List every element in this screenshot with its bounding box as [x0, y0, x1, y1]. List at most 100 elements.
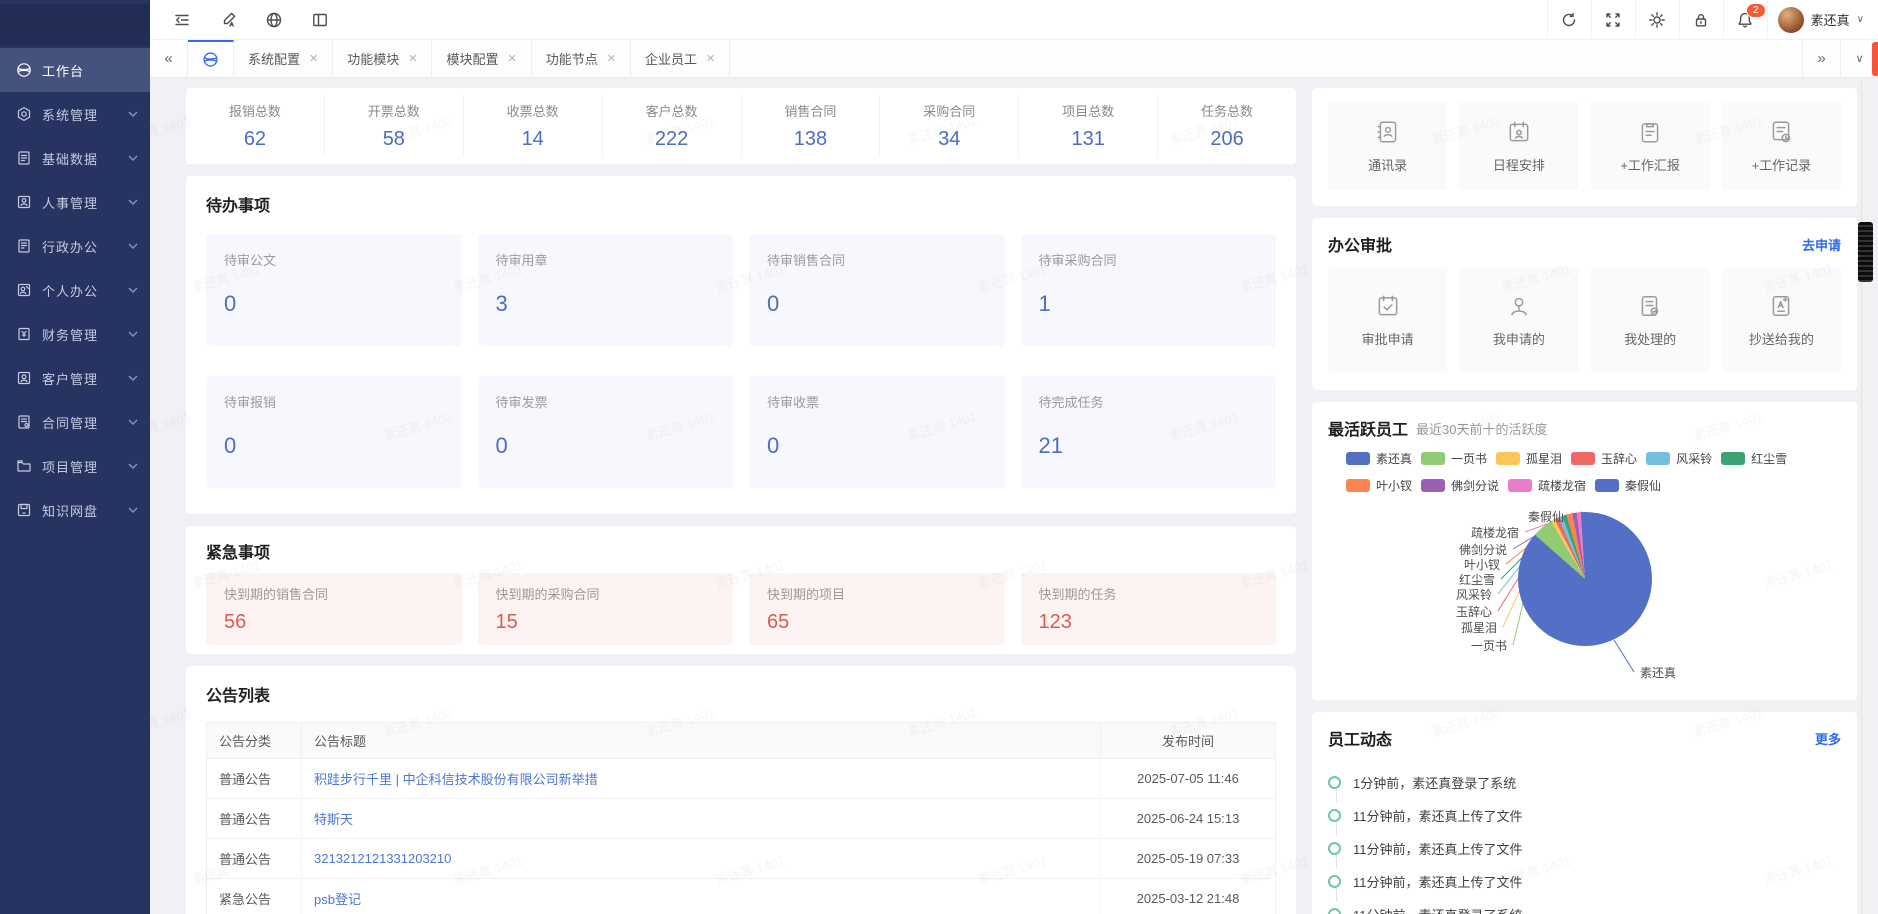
sidebar-item-personal-office[interactable]: 个人办公	[0, 268, 150, 312]
legend-item[interactable]: 疏楼龙宿	[1508, 477, 1586, 494]
list-item: 11分钟前，素还真上传了文件	[1328, 832, 1841, 869]
language-button[interactable]	[254, 0, 294, 39]
theme-brush-button[interactable]	[208, 0, 248, 39]
collapse-menu-button[interactable]	[162, 0, 202, 39]
settings-button[interactable]	[1634, 0, 1679, 39]
legend-item[interactable]: 叶小钗	[1346, 477, 1412, 494]
sidebar-item-system[interactable]: 系统管理	[0, 92, 150, 136]
stat-reimburse[interactable]: 报销总数 62	[186, 95, 325, 157]
legend-item[interactable]: 秦假仙	[1595, 477, 1661, 494]
sidebar-item-base-data[interactable]: 基础数据	[0, 136, 150, 180]
legend-item[interactable]: 红尘雪	[1721, 450, 1787, 467]
quick-action-work-record[interactable]: +工作记录	[1721, 102, 1841, 190]
legend-item[interactable]: 孤星泪	[1496, 450, 1562, 467]
tabs-scroll-left-button[interactable]: «	[150, 40, 188, 77]
cc-doc-icon	[1773, 295, 1790, 316]
todo-pending-sales-contract[interactable]: 待审销售合同 0	[749, 234, 1005, 346]
tab-system-config[interactable]: 系统配置 ✕	[234, 40, 334, 77]
quick-action-work-report[interactable]: +工作汇报	[1590, 102, 1710, 190]
list-item: 11分钟前，素还真登录了系统	[1328, 898, 1841, 914]
sidebar-item-contract[interactable]: 合同管理	[0, 400, 150, 444]
legend-item[interactable]: 佛剑分说	[1421, 477, 1499, 494]
stat-customers[interactable]: 客户总数 222	[603, 95, 742, 157]
tab-module-config[interactable]: 模块配置 ✕	[432, 40, 532, 77]
close-icon[interactable]: ✕	[408, 52, 417, 65]
handled-doc-icon	[1641, 295, 1659, 316]
notifications-button[interactable]: 2	[1722, 0, 1767, 39]
sidebar-item-project[interactable]: 项目管理	[0, 444, 150, 488]
scrollbar-thumb[interactable]	[1858, 222, 1873, 282]
announcement-link[interactable]: 3213212121331203210	[314, 851, 451, 866]
tab-label: 功能节点	[545, 52, 598, 67]
sidebar-item-finance[interactable]: 财务管理	[0, 312, 150, 356]
stat-invoice-out[interactable]: 开票总数 58	[325, 95, 464, 157]
quick-action-schedule[interactable]: 日程安排	[1459, 102, 1579, 190]
topbar: 2 素还真 ∨	[150, 0, 1878, 40]
close-icon[interactable]: ✕	[507, 52, 516, 65]
todo-pending-receipt[interactable]: 待审收票 0	[749, 376, 1005, 488]
announcement-link[interactable]: 积跬步行千里 | 中企科信技术股份有限公司新举措	[314, 772, 598, 787]
legend-marker	[1595, 479, 1620, 492]
sidebar-item-customer[interactable]: 客户管理	[0, 356, 150, 400]
urgent-task[interactable]: 快到期的任务 123	[1020, 573, 1276, 645]
todo-pending-seal[interactable]: 待审用章 3	[477, 234, 733, 346]
announcement-link[interactable]: psb登记	[314, 892, 361, 907]
schedule-icon	[1509, 120, 1529, 141]
todo-pending-reimburse[interactable]: 待审报销 0	[206, 376, 462, 488]
urgent-sales-contract[interactable]: 快到期的销售合同 56	[206, 573, 462, 645]
col-header-time: 发布时间	[1100, 722, 1276, 759]
legend-marker	[1346, 452, 1370, 465]
stats-summary-card: 报销总数 62 开票总数 58 收票总数 14 客户总数 222 销售合同 138 采购合…	[186, 88, 1296, 164]
tab-enterprise-employee[interactable]: 企业员工 ✕	[630, 40, 731, 77]
lock-button[interactable]	[1678, 0, 1723, 39]
legend-item[interactable]: 玉辞心	[1571, 450, 1637, 467]
approval-my-applications[interactable]: 我申请的	[1459, 268, 1579, 372]
scrollbar-track[interactable]	[1861, 79, 1871, 914]
layout-button[interactable]	[300, 0, 340, 39]
tab-workbench-active[interactable]	[188, 40, 234, 77]
stat-projects[interactable]: 项目总数 131	[1019, 95, 1159, 157]
legend-item[interactable]: 风采铃	[1646, 450, 1712, 467]
urgent-project[interactable]: 快到期的项目 65	[749, 573, 1005, 645]
sidebar-item-admin-office[interactable]: 行政办公	[0, 224, 150, 268]
quick-action-contacts[interactable]: 通讯录	[1328, 102, 1448, 190]
stat-purchase-contracts[interactable]: 采购合同 34	[880, 95, 1020, 157]
sidebar-item-knowledge-disk[interactable]: 知识网盘	[0, 488, 150, 532]
theme-float-button[interactable]	[1872, 42, 1878, 76]
approval-item-label: 我申请的	[1492, 331, 1545, 347]
active-employees-pie[interactable]	[1518, 512, 1652, 646]
legend-item[interactable]: 素还真	[1346, 450, 1412, 467]
tab-function-module[interactable]: 功能模块 ✕	[333, 40, 433, 77]
tabs-scroll-right-button[interactable]: »	[1802, 40, 1840, 77]
announcement-link[interactable]: 特斯天	[314, 812, 353, 827]
todo-pending-document[interactable]: 待审公文 0	[206, 234, 462, 346]
tab-function-node[interactable]: 功能节点 ✕	[531, 40, 631, 77]
close-icon[interactable]: ✕	[706, 52, 715, 65]
pie-label: 秦假仙	[1527, 510, 1564, 524]
approval-cc-to-me[interactable]: 抄送给我的	[1721, 268, 1841, 372]
todo-pending-purchase-contract[interactable]: 待审采购合同 1	[1020, 234, 1276, 346]
sidebar-item-workbench[interactable]: 工作台	[0, 48, 150, 92]
more-link[interactable]: 更多	[1815, 729, 1841, 748]
urgent-purchase-contract[interactable]: 快到期的采购合同 15	[477, 573, 733, 645]
todo-pending-task[interactable]: 待完成任务 21	[1020, 376, 1276, 488]
refresh-button[interactable]	[1546, 0, 1591, 39]
sidebar-item-hr[interactable]: 人事管理	[0, 180, 150, 224]
user-menu[interactable]: 素还真 ∨	[1766, 0, 1878, 39]
theme-brush-icon	[223, 12, 236, 27]
todo-pending-invoice[interactable]: 待审发票 0	[477, 376, 733, 488]
close-icon[interactable]: ✕	[607, 52, 616, 65]
fullscreen-button[interactable]	[1590, 0, 1635, 39]
go-apply-link[interactable]: 去申请	[1802, 235, 1841, 254]
timeline-dot	[1328, 842, 1341, 855]
approval-apply[interactable]: 审批申请	[1328, 268, 1448, 372]
close-icon[interactable]: ✕	[309, 52, 318, 65]
legend-item[interactable]: 一页书	[1421, 450, 1487, 467]
tab-label: 模块配置	[446, 52, 499, 67]
stat-invoice-in[interactable]: 收票总数 14	[464, 95, 603, 157]
approval-handled-by-me[interactable]: 我处理的	[1590, 268, 1710, 372]
list-item: 11分钟前，素还真上传了文件	[1328, 865, 1841, 902]
stat-tasks[interactable]: 任务总数 206	[1158, 95, 1296, 157]
todo-card: 待办事项 待审公文 0 待审用章 3 待审销售合同 0 待审采购合同 1 待审报销 0 待…	[186, 176, 1296, 514]
stat-sales-contracts[interactable]: 销售合同 138	[742, 95, 881, 157]
